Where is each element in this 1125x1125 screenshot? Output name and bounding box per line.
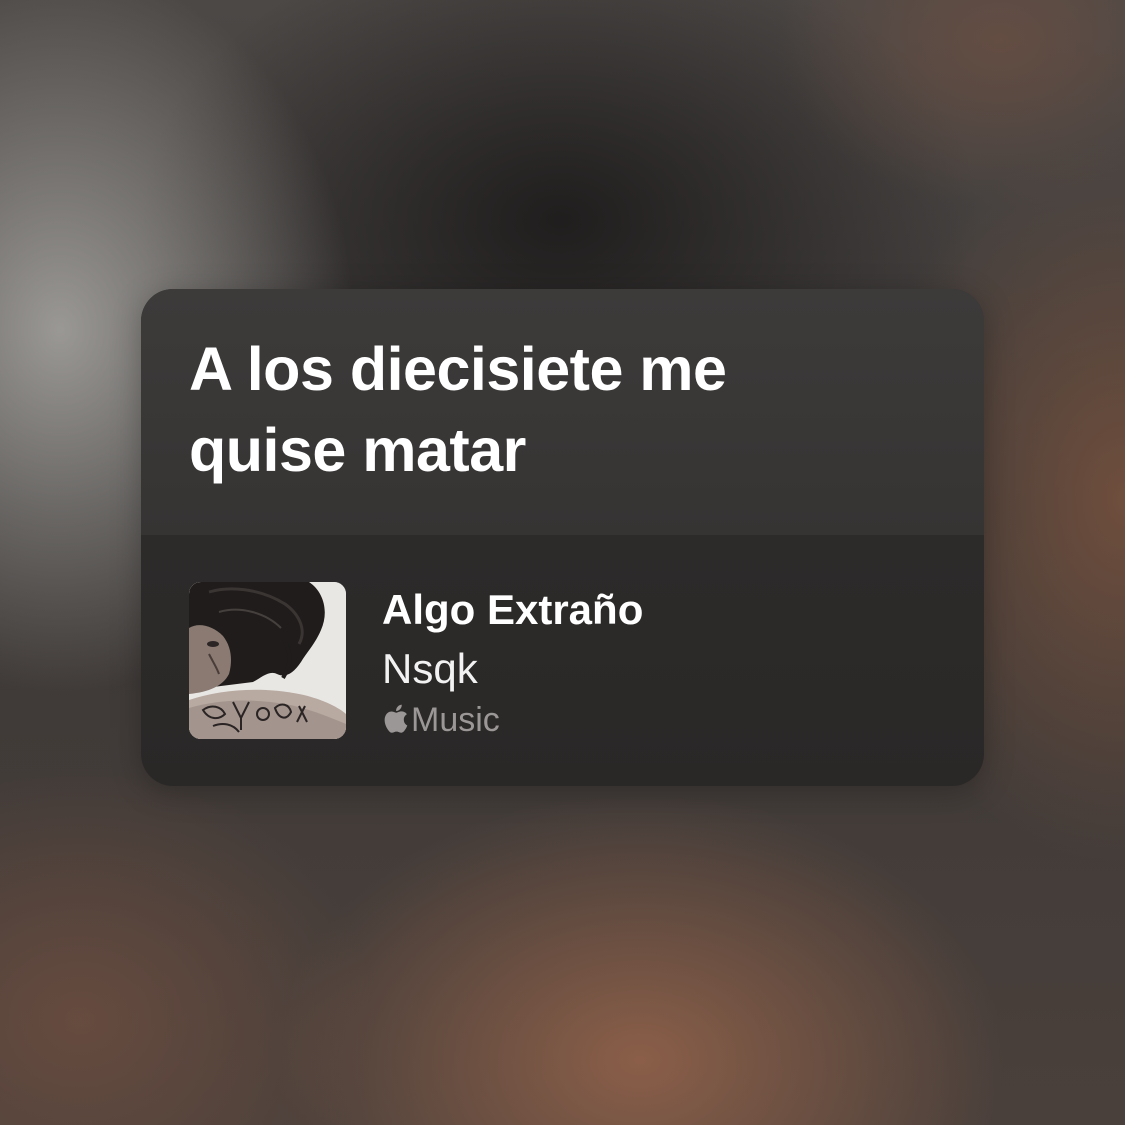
album-artwork-image [189, 582, 346, 739]
album-artwork[interactable] [189, 582, 346, 739]
song-title[interactable]: Algo Extraño [382, 585, 643, 635]
service-label: Music [411, 701, 500, 739]
apple-logo-icon [381, 702, 409, 735]
lyric-section: A los diecisiete me quise matar [141, 289, 984, 535]
song-info-section[interactable]: Algo Extraño Nsqk Music [141, 535, 984, 786]
lyric-text: A los diecisiete me quise matar [189, 335, 727, 484]
lyric-share-card[interactable]: A los diecisiete me quise matar Algo Ext… [141, 289, 984, 786]
artist-name[interactable]: Nsqk [382, 644, 478, 694]
apple-music-badge[interactable]: Music [381, 700, 500, 740]
